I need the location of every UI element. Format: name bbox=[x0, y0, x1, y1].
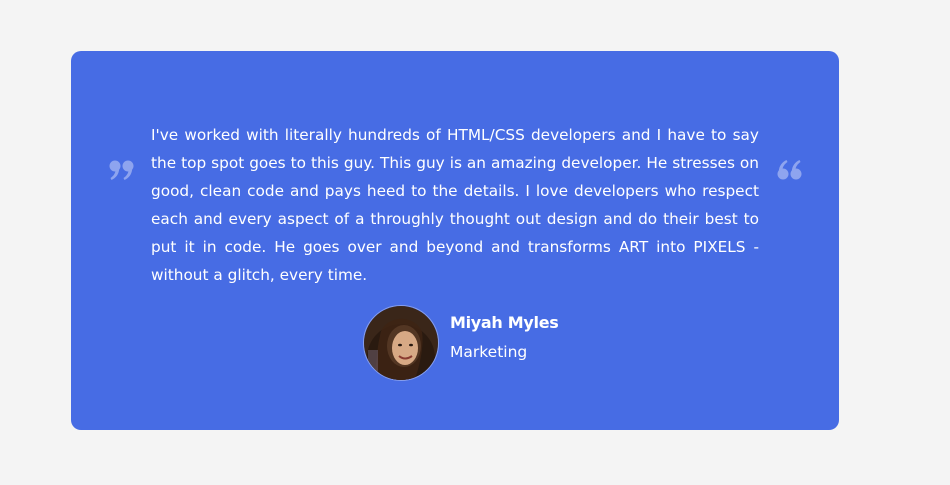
author-role: Marketing bbox=[450, 342, 528, 361]
author-name: Miyah Myles bbox=[450, 312, 559, 332]
author-info: Miyah Myles Marketing bbox=[450, 312, 559, 363]
testimonial-card: I've worked with literally hundreds of H… bbox=[71, 51, 839, 430]
opening-quote-icon bbox=[776, 159, 802, 181]
author-block: Miyah Myles Marketing bbox=[363, 305, 559, 381]
closing-quote-icon bbox=[109, 159, 135, 181]
avatar bbox=[363, 305, 439, 381]
testimonial-text: I've worked with literally hundreds of H… bbox=[151, 126, 759, 284]
